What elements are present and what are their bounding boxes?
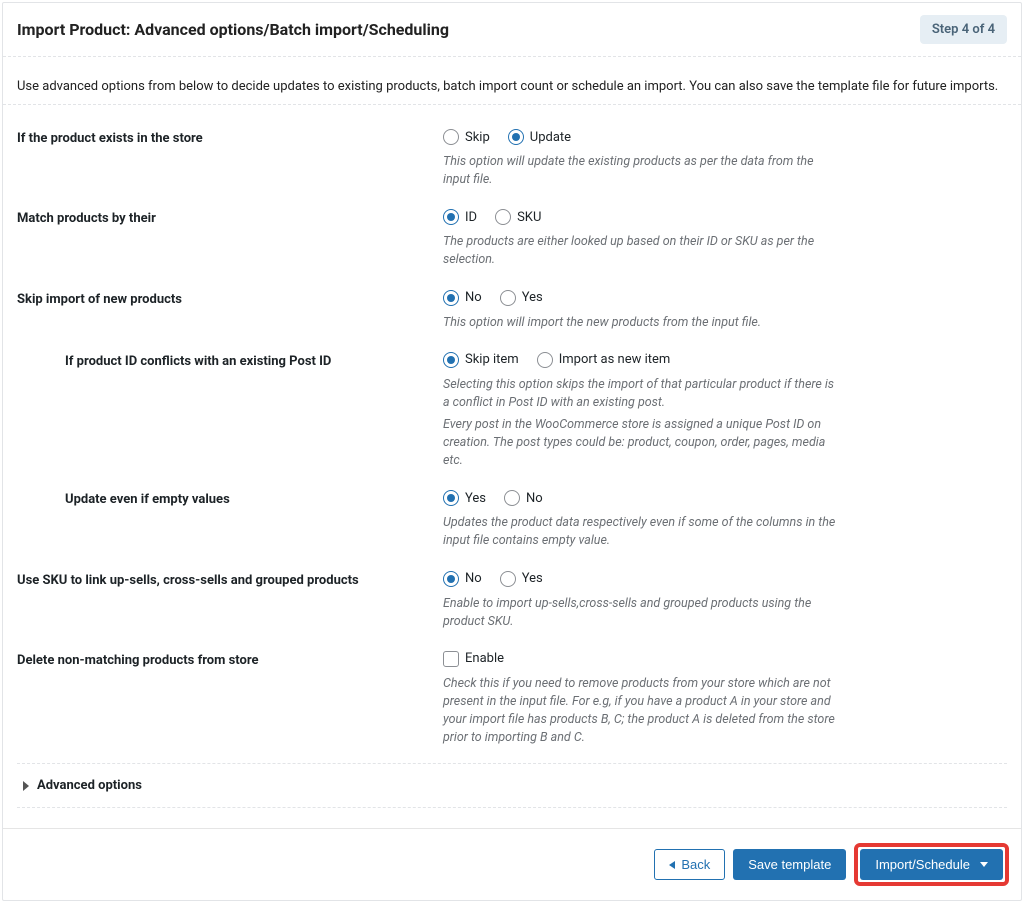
help-text: Check this if you need to remove product… [443, 675, 843, 748]
radio-skip[interactable]: Skip [443, 129, 490, 145]
radio-label: ID [465, 210, 477, 225]
radio-no[interactable]: No [504, 490, 543, 506]
radio-icon [508, 129, 524, 145]
radio-icon [500, 571, 516, 587]
radio-icon [443, 352, 459, 368]
highlight-box: Import/Schedule [854, 843, 1009, 886]
radio-label: No [465, 571, 482, 586]
radio-label: Import as new item [559, 352, 671, 367]
radio-label: Update [530, 130, 571, 145]
help-text: This option will update the existing pro… [443, 153, 843, 189]
page-title: Import Product: Advanced options/Batch i… [17, 20, 449, 39]
label-product-exists: If the product exists in the store [17, 129, 443, 146]
label-empty-values: Update even if empty values [17, 490, 443, 507]
label-skip-new: Skip import of new products [17, 290, 443, 307]
save-template-button[interactable]: Save template [733, 849, 846, 880]
radio-label: Yes [465, 491, 486, 506]
radio-label: Skip [465, 130, 490, 145]
intro-text: Use advanced options from below to decid… [3, 57, 1021, 105]
advanced-options-label: Advanced options [37, 778, 142, 793]
chevron-right-icon [23, 781, 29, 791]
help-text: Selecting this option skips the import o… [443, 376, 843, 412]
radio-label: Yes [522, 571, 543, 586]
save-label: Save template [748, 858, 831, 871]
checkbox-enable[interactable] [443, 651, 459, 667]
radio-import-new[interactable]: Import as new item [537, 352, 671, 368]
radio-icon [500, 290, 516, 306]
chevron-left-icon [669, 861, 675, 869]
row-product-exists: If the product exists in the store Skip … [17, 115, 1007, 195]
radio-icon [537, 352, 553, 368]
row-delete-nonmatching: Delete non-matching products from store … [17, 637, 1007, 754]
radio-label: Skip item [465, 352, 519, 367]
radio-id[interactable]: ID [443, 209, 477, 225]
row-use-sku: Use SKU to link up-sells, cross-sells an… [17, 557, 1007, 637]
radio-icon [443, 571, 459, 587]
radio-icon [443, 290, 459, 306]
radio-label: No [526, 491, 543, 506]
row-skip-new: Skip import of new products No Yes This … [17, 276, 1007, 338]
radio-label: No [465, 290, 482, 305]
caret-down-icon [980, 862, 988, 867]
import-panel: Import Product: Advanced options/Batch i… [2, 2, 1022, 901]
radio-no[interactable]: No [443, 290, 482, 306]
import-schedule-button[interactable]: Import/Schedule [860, 849, 1003, 880]
radio-icon [495, 209, 511, 225]
radio-yes[interactable]: Yes [500, 571, 543, 587]
radio-icon [504, 490, 520, 506]
radio-yes[interactable]: Yes [443, 490, 486, 506]
radio-update[interactable]: Update [508, 129, 571, 145]
radio-sku[interactable]: SKU [495, 209, 541, 225]
back-button[interactable]: Back [654, 849, 725, 880]
footer: Back Save template Import/Schedule [3, 828, 1021, 900]
radio-skip-item[interactable]: Skip item [443, 352, 519, 368]
radio-label: SKU [517, 210, 541, 225]
radio-icon [443, 490, 459, 506]
label-match-products: Match products by their [17, 209, 443, 226]
radio-label: Yes [522, 290, 543, 305]
help-text: The products are either looked up based … [443, 233, 843, 269]
row-match-products: Match products by their ID SKU The produ… [17, 195, 1007, 275]
help-text: Updates the product data respectively ev… [443, 514, 843, 550]
content: If the product exists in the store Skip … [3, 105, 1021, 828]
label-id-conflict: If product ID conflicts with an existing… [17, 352, 443, 369]
help-text: Enable to import up-sells,cross-sells an… [443, 595, 843, 631]
help-text: This option will import the new products… [443, 314, 843, 332]
back-label: Back [681, 858, 710, 871]
header: Import Product: Advanced options/Batch i… [3, 3, 1021, 57]
radio-icon [443, 129, 459, 145]
checkbox-label: Enable [465, 651, 504, 666]
help-text: Every post in the WooCommerce store is a… [443, 416, 843, 470]
step-badge: Step 4 of 4 [920, 15, 1007, 44]
radio-yes[interactable]: Yes [500, 290, 543, 306]
label-use-sku: Use SKU to link up-sells, cross-sells an… [17, 571, 443, 588]
row-empty-values: Update even if empty values Yes No Updat… [17, 476, 1007, 556]
label-delete-nonmatching: Delete non-matching products from store [17, 651, 443, 668]
radio-no[interactable]: No [443, 571, 482, 587]
row-id-conflict: If product ID conflicts with an existing… [17, 338, 1007, 477]
import-label: Import/Schedule [875, 858, 970, 871]
radio-icon [443, 209, 459, 225]
advanced-options-toggle[interactable]: Advanced options [17, 763, 1007, 808]
